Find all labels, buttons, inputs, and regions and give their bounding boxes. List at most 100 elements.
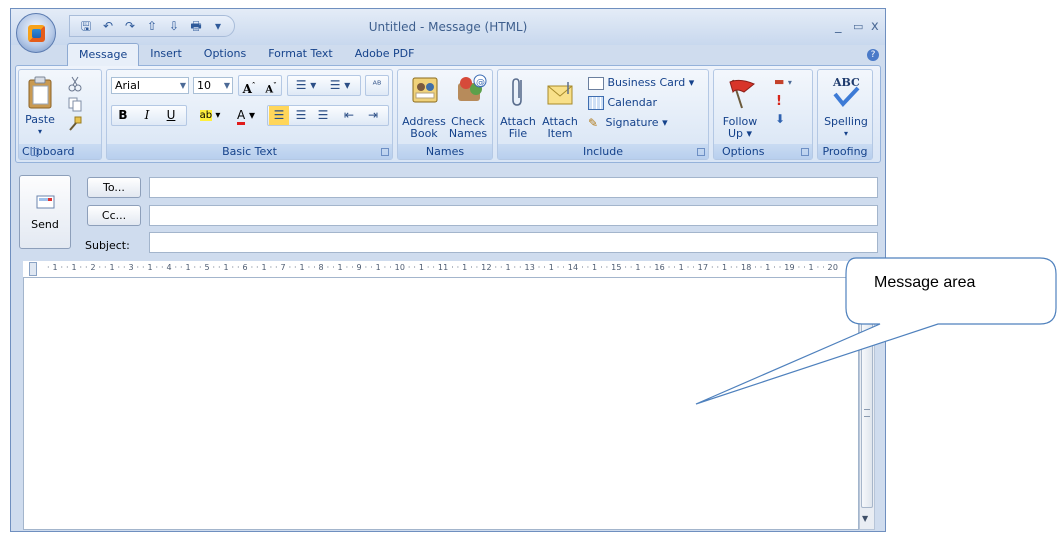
- address-book-label-1[interactable]: Address: [400, 116, 448, 127]
- highlight-icon[interactable]: ab ▾: [193, 106, 227, 125]
- redo-icon[interactable]: ↷: [122, 18, 138, 34]
- font-color-icon[interactable]: A ▾: [229, 106, 263, 125]
- attach-item-label-2[interactable]: Item: [540, 128, 580, 139]
- tab-adobe-pdf[interactable]: Adobe PDF: [344, 43, 426, 65]
- low-importance-icon[interactable]: ⬇: [775, 112, 785, 126]
- send-button[interactable]: Send: [19, 175, 71, 249]
- address-book-icon[interactable]: [410, 75, 440, 105]
- align-left-icon[interactable]: ☰: [269, 106, 289, 125]
- decrease-indent-icon[interactable]: ⇤: [339, 106, 359, 125]
- tab-format-text[interactable]: Format Text: [257, 43, 344, 65]
- options-group-label: Options: [714, 144, 812, 159]
- maximize-button[interactable]: ▭: [853, 20, 863, 33]
- tab-options[interactable]: Options: [193, 43, 257, 65]
- format-painter-icon[interactable]: [67, 116, 83, 132]
- basic-text-launcher-icon[interactable]: [381, 148, 389, 156]
- save-icon[interactable]: 🖫: [78, 18, 94, 34]
- high-importance-icon[interactable]: !: [776, 94, 782, 109]
- scroll-down-icon[interactable]: ▼: [862, 514, 868, 523]
- send-label: Send: [31, 218, 59, 231]
- tab-insert[interactable]: Insert: [139, 43, 193, 65]
- vertical-scrollbar[interactable]: ▼: [859, 261, 875, 530]
- print-icon[interactable]: 🖶: [188, 18, 204, 34]
- follow-up-flag-icon[interactable]: [724, 76, 758, 110]
- group-clipboard: Paste ▾ Clipboard: [18, 69, 102, 160]
- bold-icon[interactable]: B: [113, 106, 133, 125]
- styles-icon[interactable]: ᴬᴮ: [367, 76, 387, 95]
- numbering-icon[interactable]: ☰ ▾: [323, 76, 357, 95]
- clipboard-launcher-icon[interactable]: [31, 148, 39, 156]
- spelling-label[interactable]: Spelling: [818, 116, 874, 127]
- shrink-font-icon[interactable]: Aˇ: [261, 76, 281, 95]
- attach-item-icon[interactable]: [546, 80, 576, 106]
- close-button[interactable]: x: [871, 19, 879, 34]
- up-arrow-icon[interactable]: ⇧: [144, 18, 160, 34]
- undo-icon[interactable]: ↶: [100, 18, 116, 34]
- include-launcher-icon[interactable]: [697, 148, 705, 156]
- ribbon: Paste ▾ Clipboard Arial ▼ 10 ▼ Aˆ Aˇ ☰ ▾…: [15, 65, 881, 163]
- paperclip-icon[interactable]: [510, 76, 526, 108]
- subject-label: Subject:: [85, 239, 130, 252]
- increase-indent-icon[interactable]: ⇥: [363, 106, 383, 125]
- align-center-icon[interactable]: ☰: [291, 106, 311, 125]
- send-icon: [36, 195, 55, 209]
- ruler[interactable]: · 1 · · 1 · · 2 · · 1 · · 3 · · 1 · · 4 …: [23, 261, 853, 278]
- customize-icon[interactable]: ▾: [210, 18, 226, 34]
- follow-up-label-2[interactable]: Up ▾: [716, 128, 764, 139]
- signature-icon: ✎: [588, 116, 599, 130]
- signature-label: Signature ▾: [605, 116, 668, 129]
- address-book-label-2[interactable]: Book: [400, 128, 448, 139]
- message-body[interactable]: [23, 277, 859, 530]
- paste-label[interactable]: Paste: [22, 114, 58, 125]
- spelling-icon[interactable]: ABC: [830, 74, 862, 110]
- business-card-label: Business Card ▾: [607, 76, 695, 89]
- cc-button[interactable]: Cc...: [87, 205, 141, 226]
- tab-message[interactable]: Message: [67, 43, 140, 66]
- attach-file-label-1[interactable]: Attach: [500, 116, 536, 127]
- italic-icon[interactable]: I: [137, 106, 157, 125]
- group-basic-text: Arial ▼ 10 ▼ Aˆ Aˇ ☰ ▾ ☰ ▾ ᴬᴮ B I U ab ▾ A…: [106, 69, 393, 160]
- indent-marker-icon[interactable]: [29, 262, 37, 276]
- bullets-icon[interactable]: ☰ ▾: [289, 76, 323, 95]
- font-size-value: 10: [197, 79, 211, 92]
- grow-font-icon[interactable]: Aˆ: [239, 76, 259, 96]
- copy-icon[interactable]: [67, 96, 83, 112]
- names-group-label: Names: [398, 144, 492, 159]
- down-arrow-icon[interactable]: ⇩: [166, 18, 182, 34]
- minimize-button[interactable]: _: [835, 19, 842, 34]
- office-logo-icon: [28, 25, 45, 42]
- paste-icon[interactable]: [27, 76, 53, 110]
- to-field[interactable]: [149, 177, 878, 198]
- group-names: @ Address Book Check Names Names: [397, 69, 493, 160]
- cut-icon[interactable]: [67, 76, 83, 92]
- attach-item-label-1[interactable]: Attach: [540, 116, 580, 127]
- check-names-label-2[interactable]: Names: [446, 128, 490, 139]
- spelling-dropdown-icon[interactable]: ▾: [818, 128, 874, 139]
- align-right-icon[interactable]: ☰: [313, 106, 333, 125]
- check-names-label-1[interactable]: Check: [446, 116, 490, 127]
- font-name-combo[interactable]: Arial ▼: [111, 77, 189, 94]
- font-name-value: Arial: [115, 79, 140, 92]
- help-icon[interactable]: ?: [867, 49, 879, 61]
- font-size-combo[interactable]: 10 ▼: [193, 77, 233, 94]
- signature-button[interactable]: ✎ Signature ▾: [588, 116, 668, 129]
- proofing-group-label: Proofing: [818, 144, 872, 159]
- calendar-button[interactable]: Calendar: [588, 96, 657, 110]
- to-button[interactable]: To...: [87, 177, 141, 198]
- svg-text:@: @: [476, 78, 485, 88]
- paste-dropdown-icon[interactable]: ▾: [22, 126, 58, 137]
- scrollbar-thumb[interactable]: [861, 318, 873, 508]
- options-launcher-icon[interactable]: [801, 148, 809, 156]
- business-card-button[interactable]: Business Card ▾: [588, 76, 694, 90]
- categorize-icon[interactable]: ▬ ▾: [774, 75, 792, 88]
- chevron-down-icon: ▼: [179, 81, 186, 90]
- ribbon-tabs: Message Insert Options Format Text Adobe…: [67, 43, 426, 66]
- underline-icon[interactable]: U: [161, 106, 181, 125]
- attach-file-label-2[interactable]: File: [500, 128, 536, 139]
- svg-text:ABC: ABC: [832, 76, 860, 89]
- follow-up-label-1[interactable]: Follow: [716, 116, 764, 127]
- office-button[interactable]: [16, 13, 56, 53]
- check-names-icon[interactable]: @: [454, 73, 488, 105]
- subject-field[interactable]: [149, 232, 878, 253]
- cc-field[interactable]: [149, 205, 878, 226]
